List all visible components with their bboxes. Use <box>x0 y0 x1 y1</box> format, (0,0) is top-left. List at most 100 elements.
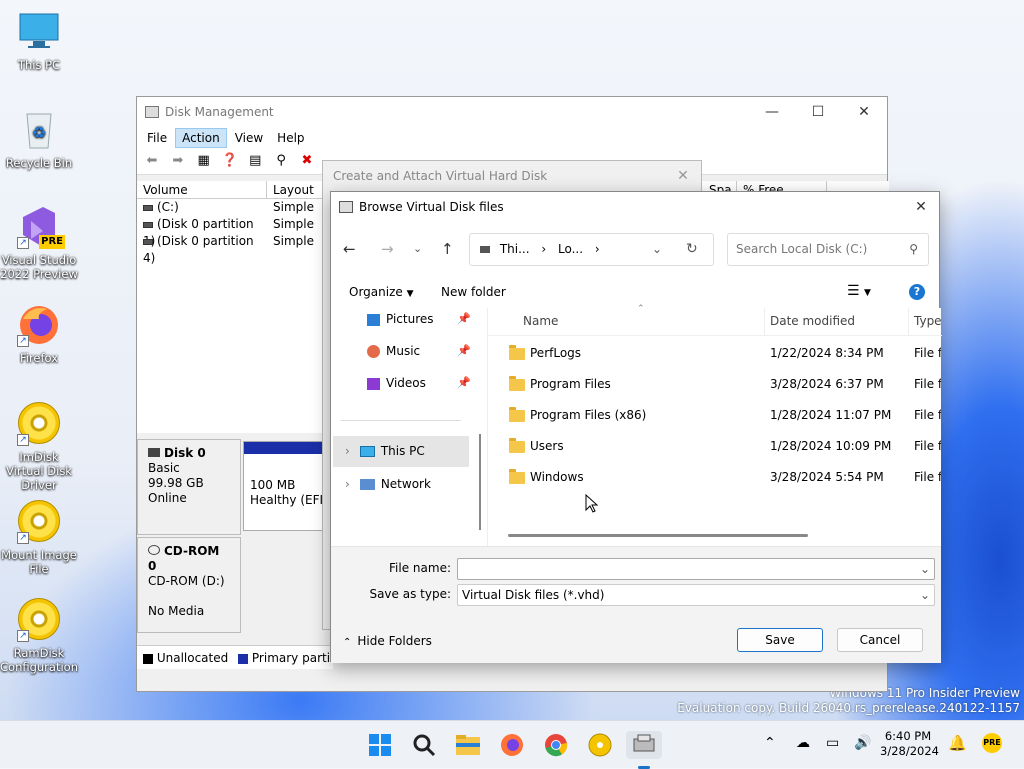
menu-help[interactable]: Help <box>271 129 310 147</box>
file-type: File fo <box>914 408 941 422</box>
notification-bell-icon[interactable]: 🔔 <box>948 734 967 752</box>
nav-item-network[interactable]: › Network <box>345 473 431 495</box>
desktop-icon-visual-studio[interactable]: PRE ↗ Visual Studio 2022 Preview <box>0 205 78 281</box>
refresh-icon[interactable]: ↻ <box>686 234 698 265</box>
forward-arrow-icon[interactable]: ➡ <box>170 153 186 169</box>
maximize-button[interactable]: ☐ <box>795 97 841 127</box>
search-input[interactable]: Search Local Disk (C:) ⚲ <box>727 233 929 266</box>
close-button[interactable]: ✕ <box>663 161 703 191</box>
menu-file[interactable]: File <box>141 129 173 147</box>
disk-icon <box>148 448 160 457</box>
breadcrumb-item[interactable]: Lo... <box>558 242 583 256</box>
file-date: 3/28/2024 5:54 PM <box>770 470 884 484</box>
mouse-cursor-icon <box>585 493 599 517</box>
cloud-offline-icon[interactable]: ☁ <box>796 735 810 751</box>
network-icon <box>359 479 375 490</box>
chrome-icon[interactable] <box>542 731 570 759</box>
nav-label: Pictures <box>386 312 434 326</box>
menu-action[interactable]: Action <box>175 128 227 148</box>
desktop-icon-recycle-bin[interactable]: ♻ Recycle Bin <box>0 108 78 170</box>
volume-name: (C:) <box>157 200 179 214</box>
firefox-icon[interactable] <box>498 731 526 759</box>
file-row[interactable]: Program Files 3/28/2024 6:37 PM File fo <box>509 374 949 394</box>
desktop-icon-imdisk[interactable]: ↗ ImDisk Virtual Disk Driver <box>0 402 78 492</box>
file-name-field[interactable]: ⌄ <box>457 558 935 580</box>
forward-arrow-icon[interactable]: → <box>381 240 394 258</box>
minimize-button[interactable]: — <box>749 97 795 127</box>
cancel-button[interactable]: Cancel <box>837 628 923 652</box>
search-taskbar-icon[interactable] <box>410 731 438 759</box>
column-date-modified[interactable]: Date modified <box>770 314 855 328</box>
save-type-select[interactable]: Virtual Disk files (*.vhd) ⌄ <box>457 584 935 606</box>
volume-icon[interactable]: 🔊 <box>854 735 871 751</box>
column-layout[interactable]: Layout <box>267 181 323 198</box>
file-date: 1/28/2024 10:09 PM <box>770 439 892 453</box>
properties-icon[interactable]: ▦ <box>196 153 212 169</box>
connect-icon[interactable]: ⚲ <box>273 153 289 169</box>
disk-management-taskbar-icon[interactable] <box>626 731 662 769</box>
file-explorer-icon[interactable] <box>454 731 482 759</box>
column-volume[interactable]: Volume <box>137 181 267 198</box>
delete-icon[interactable]: ✖ <box>299 153 315 169</box>
file-row[interactable]: Program Files (x86) 1/28/2024 11:07 PM Fil… <box>509 405 949 425</box>
cdrom0-info[interactable]: CD-ROM 0 CD-ROM (D:) No Media <box>137 537 241 633</box>
file-row[interactable]: Windows 3/28/2024 5:54 PM File fo <box>509 467 949 487</box>
caret-down-icon: ▼ <box>406 289 414 299</box>
primary-partition-bar <box>244 442 332 454</box>
desktop-icon-ramdisk[interactable]: ↗ RamDisk Configuration <box>0 598 78 674</box>
partition-size: 100 MB <box>250 478 296 492</box>
nav-scrollbar[interactable] <box>479 434 481 530</box>
disc-icon: ↗ <box>17 598 61 642</box>
display-icon[interactable]: ▭ <box>826 735 839 751</box>
desktop-icon-mount-image[interactable]: ↗ Mount Image File <box>0 500 78 576</box>
hide-folders-button[interactable]: ⌃ Hide Folders <box>343 634 432 648</box>
save-type-label: Save as type: <box>369 587 451 601</box>
chevron-right-icon: › <box>345 477 350 491</box>
breadcrumb[interactable]: Thi... › Lo... › ⌄ ↻ <box>469 233 714 266</box>
disk-size: 99.98 GB <box>148 476 204 490</box>
search-placeholder: Search Local Disk (C:) <box>736 242 868 256</box>
disk-type: Basic <box>148 461 180 475</box>
desktop-icon-this-pc[interactable]: This PC <box>0 10 78 72</box>
chevron-down-icon[interactable]: ⌄ <box>652 234 662 265</box>
column-type[interactable]: Type <box>914 314 942 328</box>
disc-icon[interactable] <box>586 731 614 759</box>
hide-folders-label: Hide Folders <box>357 634 432 648</box>
menu-view[interactable]: View <box>229 129 269 147</box>
up-arrow-icon[interactable]: ↑ <box>441 240 454 258</box>
horizontal-scrollbar[interactable] <box>508 534 808 537</box>
folder-icon <box>509 375 525 391</box>
file-name: Windows <box>530 470 584 484</box>
clock-date: 3/28/2024 <box>880 744 939 758</box>
clock[interactable]: 6:40 PM 3/28/2024 <box>880 729 939 759</box>
organize-button[interactable]: Organize ▼ <box>349 285 414 299</box>
close-button[interactable]: ✕ <box>901 192 941 222</box>
save-button[interactable]: Save <box>737 628 823 652</box>
insider-badge-icon[interactable]: PRE <box>982 733 1002 753</box>
desktop-icon-firefox[interactable]: ↗ Firefox <box>0 303 78 365</box>
nav-item-pictures[interactable]: Pictures <box>367 308 434 330</box>
help-icon[interactable]: ❓ <box>221 153 237 169</box>
disk0-info[interactable]: Disk 0 Basic 99.98 GB Online <box>137 439 241 535</box>
taskbar: ⌃ ☁ ▭ 🔊 6:40 PM 3/28/2024 🔔 PRE <box>0 720 1024 769</box>
view-icon[interactable]: ▤ <box>247 153 263 169</box>
help-icon[interactable]: ? <box>909 284 925 300</box>
close-button[interactable]: ✕ <box>841 97 887 127</box>
desktop-icon-label: ImDisk Virtual Disk Driver <box>6 450 72 492</box>
file-row[interactable]: PerfLogs 1/22/2024 8:34 PM File fo <box>509 343 949 363</box>
disk0-partition[interactable]: 100 MB Healthy (EFI S <box>243 441 333 531</box>
view-options-icon[interactable]: ☰ ▼ <box>847 283 871 299</box>
nav-item-this-pc[interactable]: › This PC <box>333 436 469 467</box>
back-arrow-icon[interactable]: ← <box>343 240 356 258</box>
new-folder-button[interactable]: New folder <box>441 285 506 299</box>
breadcrumb-item[interactable]: Thi... <box>500 242 530 256</box>
chevron-up-icon[interactable]: ⌃ <box>764 735 776 751</box>
chevron-right-icon: › <box>541 242 547 256</box>
back-arrow-icon[interactable]: ⬅ <box>144 153 160 169</box>
nav-item-music[interactable]: Music <box>367 340 420 362</box>
nav-item-videos[interactable]: Videos <box>367 372 426 394</box>
chevron-down-icon[interactable]: ⌄ <box>413 242 422 255</box>
start-button[interactable] <box>366 731 394 759</box>
file-row[interactable]: Users 1/28/2024 10:09 PM File fo <box>509 436 949 456</box>
column-name[interactable]: Name <box>523 314 558 328</box>
